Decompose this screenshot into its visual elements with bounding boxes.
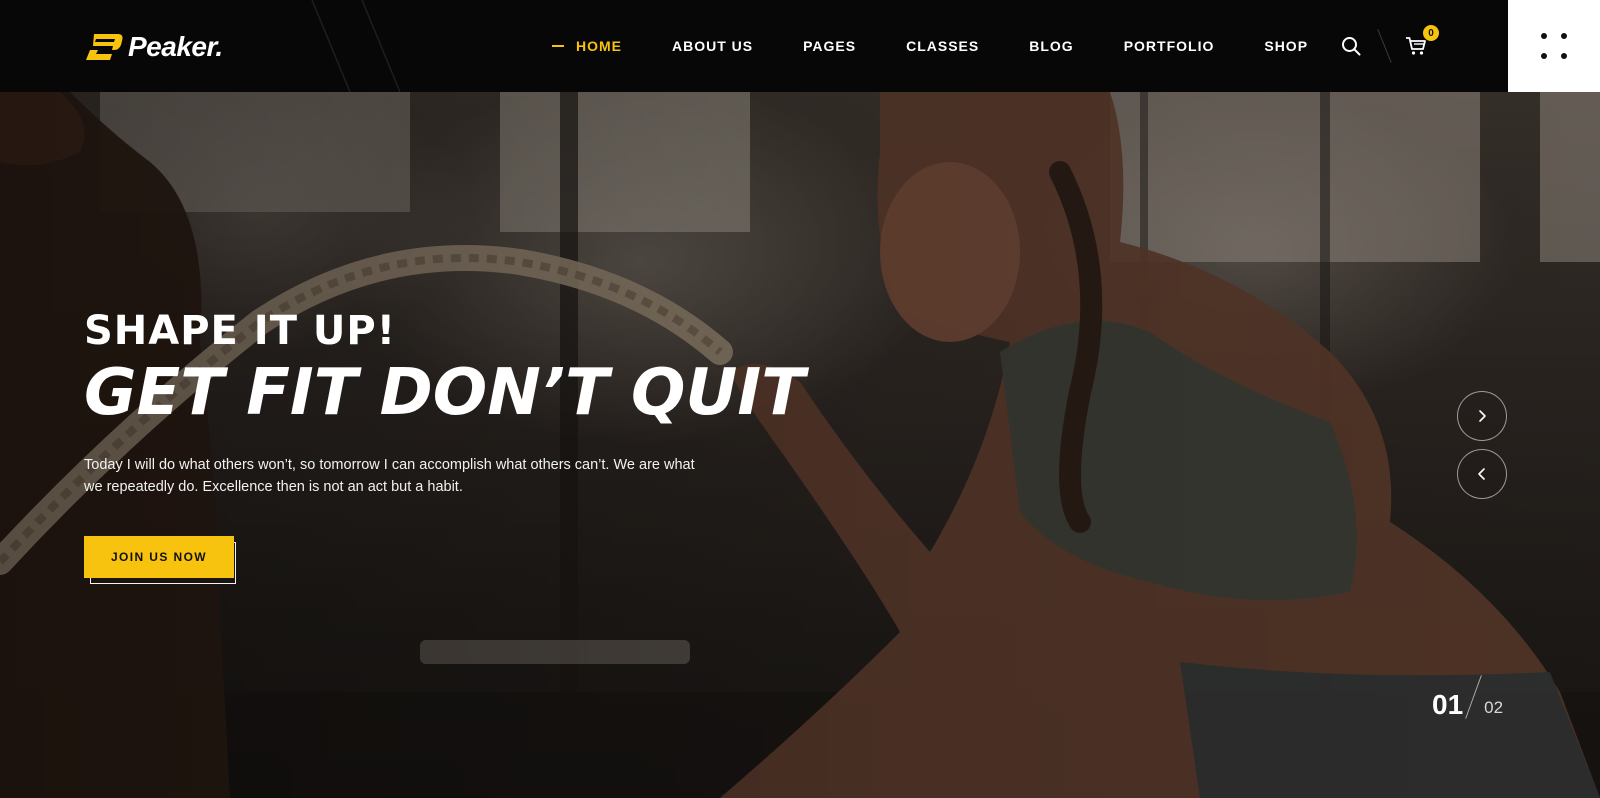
hero-content: SHAPE IT UP! GET FIT DON’T QUIT Today I … bbox=[84, 308, 844, 584]
nav-item-classes[interactable]: CLASSES bbox=[906, 38, 979, 54]
menu-dot bbox=[1561, 33, 1567, 39]
menu-toggle-button[interactable] bbox=[1508, 0, 1600, 92]
hero-slider: SHAPE IT UP! GET FIT DON’T QUIT Today I … bbox=[0, 92, 1600, 798]
cart-icon[interactable]: 0 bbox=[1405, 25, 1439, 57]
nav-item-pages[interactable]: PAGES bbox=[803, 38, 856, 54]
join-us-button[interactable]: JOIN US NOW bbox=[84, 536, 234, 578]
cta-wrapper: JOIN US NOW bbox=[84, 536, 236, 584]
hero-kicker: SHAPE IT UP! bbox=[84, 308, 396, 354]
logo-mark-icon bbox=[86, 34, 123, 60]
slide-current: 01 bbox=[1432, 689, 1464, 720]
nav-item-portfolio[interactable]: PORTFOLIO bbox=[1124, 38, 1215, 54]
cart-count-badge: 0 bbox=[1423, 25, 1439, 41]
slide-total: 02 bbox=[1484, 698, 1504, 717]
nav-item-about-us[interactable]: ABOUT US bbox=[672, 38, 753, 54]
hero-description: Today I will do what others won’t, so to… bbox=[84, 457, 695, 495]
nav-item-label: HOME bbox=[576, 38, 622, 54]
logo-text: Peaker. bbox=[128, 31, 223, 62]
main-nav: HOME ABOUT US PAGES CLASSES BLOG PORTFOL… bbox=[552, 0, 1308, 92]
chevron-right-icon bbox=[1479, 410, 1486, 422]
menu-dot bbox=[1541, 33, 1547, 39]
slide-counter: 01 02 bbox=[1432, 672, 1503, 720]
tools-divider bbox=[1377, 29, 1392, 63]
hero-title: GET FIT DON’T QUIT bbox=[84, 356, 805, 430]
search-icon[interactable] bbox=[1340, 35, 1362, 57]
header-tools: 0 bbox=[1340, 25, 1439, 63]
slider-prev-button[interactable] bbox=[1457, 449, 1507, 499]
nav-item-shop[interactable]: SHOP bbox=[1264, 38, 1308, 54]
slide-counter-divider bbox=[1465, 675, 1482, 719]
menu-dot bbox=[1541, 53, 1547, 59]
nav-item-home[interactable]: HOME bbox=[552, 38, 622, 54]
slider-next-button[interactable] bbox=[1457, 391, 1507, 441]
menu-dot bbox=[1561, 53, 1567, 59]
site-logo[interactable]: Peaker. bbox=[84, 30, 223, 64]
chevron-left-icon bbox=[1478, 468, 1485, 480]
nav-item-blog[interactable]: BLOG bbox=[1029, 38, 1073, 54]
site-header: Peaker. HOME ABOUT US PAGES CLASSES BLOG… bbox=[0, 0, 1600, 92]
active-indicator bbox=[552, 45, 564, 47]
